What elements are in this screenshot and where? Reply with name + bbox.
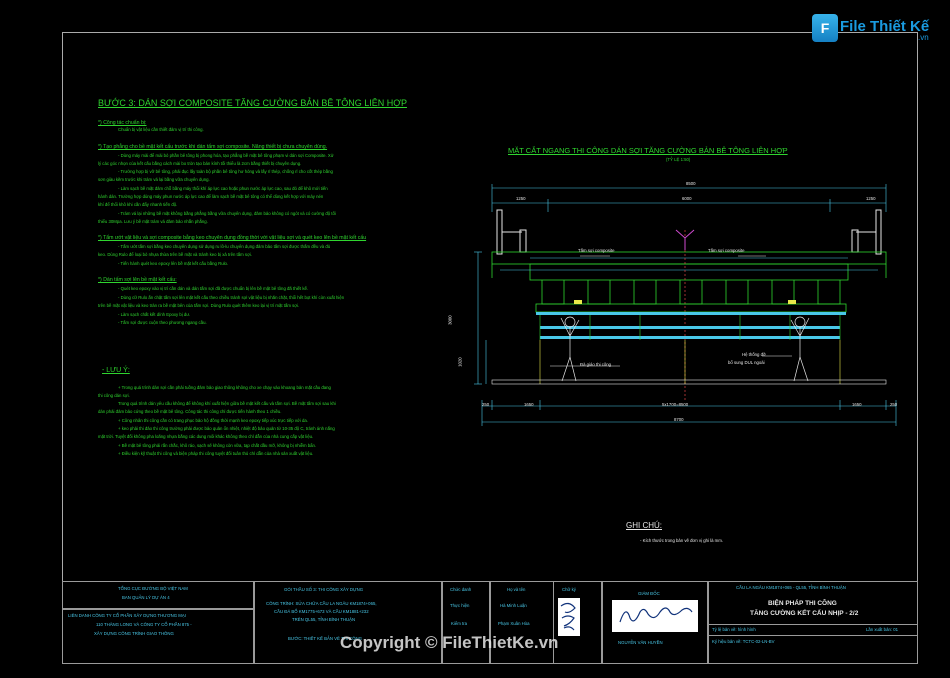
note-line-7: mặt trời. Tuyệt đối không pha loãng nhựa… bbox=[98, 434, 314, 439]
apply-line-4: - Làm sạch chất kết dính Epoxy bị dư. bbox=[118, 312, 191, 317]
section-title: MẶT CẮT NGANG THI CÔNG DÁN SỢI TĂNG CƯỜN… bbox=[508, 146, 788, 155]
tb-ref-2: Lần xuất bản: 01 bbox=[866, 627, 899, 632]
signature-icon bbox=[558, 598, 580, 636]
apply-line-1: - Quét keo epoxy vào vị trí cần dán và d… bbox=[118, 286, 309, 291]
note-line-4: dán phải đảm bảo cứng theo bề mặt bê tôn… bbox=[98, 409, 282, 414]
tb-ref-3: Ký hiệu bản vẽ: TCTC-02-LN-BV bbox=[712, 639, 775, 644]
wet-line-1: - Tấm ướt tấm sợi bằng keo chuyên dụng s… bbox=[118, 244, 331, 249]
filethietke-logo: F File Thiết Kế .vn bbox=[812, 8, 942, 48]
note-line-1: + Trong quá trình dán sợi cần phải tuồng… bbox=[118, 385, 331, 390]
tb-project-3: TRÊN QL55, TỈNH BÌNH THUẬN bbox=[292, 617, 356, 622]
tb-sign-header: Chữ ký bbox=[562, 587, 576, 592]
wet-title: *) Tẩm ướt vật liệu và sợi composite bằn… bbox=[98, 235, 367, 241]
tb-project-2: CẦU ĐÁ BỔ KM1775+673 VÀ CẦU KM1881+232 bbox=[274, 609, 369, 614]
tb-bridge: CẦU LA NGÂU KM1874+065 - QL55, TỈNH BÌNH… bbox=[736, 585, 846, 590]
drawing-page: F File Thiết Kế .vn BƯỚC 3: DÁN SỢI COMP… bbox=[0, 0, 950, 678]
prep-line: Chuẩn bị vật liệu cần thiết đảm vị trí t… bbox=[118, 127, 204, 132]
tb-drawing-cell bbox=[708, 581, 918, 664]
tb-role-checker: Kiểm tra bbox=[451, 621, 467, 626]
director-signature-icon bbox=[612, 600, 698, 632]
label-fiber-left: Tấm sợi composite bbox=[578, 248, 615, 253]
wet-line-3: - Tiến hành quét keo epoxy lên bề mặt kế… bbox=[118, 261, 229, 266]
surface-line-5: - Làm sạch bề mặt đảm chỗ bằng máy thổi … bbox=[118, 186, 328, 191]
label-scaffold: Đà giáo thi công bbox=[580, 362, 612, 367]
bridge-cross-section bbox=[474, 184, 897, 426]
notes-title: GHI CHÚ: bbox=[626, 521, 662, 530]
dim-1250-left: 1250 bbox=[516, 196, 526, 201]
copyright-watermark: Copyright © FileThietKe.vn bbox=[340, 633, 559, 652]
notes-line: - Kích thước trong bản vẽ đơn vị ghi là … bbox=[640, 538, 724, 543]
tb-package: GÓI THẦU SỐ 3: THI CÔNG XÂY DỰNG bbox=[284, 587, 364, 592]
tb-name-performer: Hà Minh Luận bbox=[500, 603, 527, 608]
note-line-9: + Điều kiện kỹ thuật thi công và biện ph… bbox=[118, 451, 314, 456]
apply-line-5: - Tấm sợi được cuộn theo phương ngang cầ… bbox=[118, 320, 207, 325]
label-fiber-right: Tấm sợi composite bbox=[708, 248, 745, 253]
prep-title: *) Công tác chuẩn bị: bbox=[98, 120, 147, 126]
tb-owner-2: BAN QUẢN LÝ DỰ ÁN 4 bbox=[122, 595, 170, 600]
tb-drawing-title-1: BIỆN PHÁP THI CÔNG bbox=[768, 600, 837, 607]
note-line-8: + Bề mặt bê tông phải rắn chắc, khô ráo,… bbox=[118, 443, 317, 448]
dim-b-250-right: 250 bbox=[890, 402, 898, 407]
logo-suffix: .vn bbox=[918, 33, 929, 42]
dim-b-span: 5x1700=8500 bbox=[662, 402, 689, 407]
tb-project-1: CÔNG TRÌNH: SỬA CHỮA CẦU LA NGÂU KM1874+… bbox=[266, 601, 377, 606]
surface-title: *) Tạo phẳng cho bề mặt kết cấu trước kh… bbox=[98, 144, 328, 150]
surface-line-9: thiểu 30Mpa. Lưu ý bề mặt trám vá đảm bả… bbox=[98, 219, 208, 224]
tb-name-header: Họ và tên bbox=[507, 587, 526, 592]
tb-drawing-title-2: TĂNG CƯỜNG KẾT CẤU NHỊP - 2/2 bbox=[750, 610, 859, 617]
dim-b-1650-right: 1650 bbox=[852, 402, 862, 407]
dim-b-1650-left: 1650 bbox=[524, 402, 534, 407]
dim-3000: 3000 bbox=[447, 315, 453, 325]
tb-name-checker: Phạm Xuân Hòa bbox=[498, 621, 530, 626]
apply-title: *) Dán tấm sợi lên bề mặt kết cấu: bbox=[98, 277, 177, 283]
logo-mark: F bbox=[812, 14, 838, 42]
surface-line-7: khí để thổi khô khi cần đẩy nhanh tiến đ… bbox=[98, 202, 178, 207]
tb-owner-1: TỔNG CỤC ĐƯỜNG BỘ VIỆT NAM bbox=[118, 586, 188, 591]
apply-line-3: trên bề mặt vật liệu và keo tràn ra bề m… bbox=[98, 303, 300, 308]
tb-contractor-1: LIÊN DANH CÔNG TY CỔ PHẦN XÂY DỰNG THƯƠN… bbox=[68, 613, 186, 618]
surface-line-4: sơn giàu kẽm trước khi trám vá lại bằng … bbox=[98, 177, 210, 182]
tb-role-performer: Thực hiện bbox=[450, 603, 470, 608]
dim-b-250-left: 250 bbox=[482, 402, 490, 407]
dim-6000: 6000 bbox=[682, 196, 692, 201]
tb-contractor-3: XÂY DỰNG CÔNG TRÌNH GIAO THÔNG bbox=[94, 631, 174, 636]
surface-line-3: - Trường hợp bị vỡ bê tông, phải đục lấy… bbox=[118, 169, 333, 174]
tb-contractor-2: 110 THĂNG LONG VÀ CÔNG TY CỔ PHẦN 875 - bbox=[96, 622, 192, 627]
note-line-2: thi công dán sợi. bbox=[98, 393, 130, 398]
dim-b-total: 8700 bbox=[674, 417, 684, 422]
surface-line-6: hành dán. Trường hợp dùng máy phun nước … bbox=[98, 194, 324, 199]
step-heading: BƯỚC 3: DÁN SỢI COMPOSITE TĂNG CƯỜNG BẢN… bbox=[98, 98, 407, 108]
dim-1020: 1020 bbox=[457, 357, 463, 367]
wet-line-2: keo. Dùng Rulo để loại bỏ nhựa thừa trên… bbox=[98, 252, 253, 257]
note-line-5: + Công nhân thi công cần có trang phục b… bbox=[118, 418, 308, 423]
dim-total: 8500 bbox=[686, 181, 696, 186]
tb-director-title: GIÁM ĐỐC bbox=[638, 591, 660, 596]
tb-director-name: NGUYỄN VĂN HUYỀN bbox=[618, 640, 663, 645]
label-support-2: bổ sung DUL ngoài bbox=[728, 360, 765, 365]
tb-ref-1: Tỷ lệ bản vẽ: hình hình bbox=[712, 627, 756, 632]
apply-line-2: - Dùng cữ Rulo ấn chặt tấm sợi lên mặt k… bbox=[118, 295, 345, 300]
note-line-6: + keo phải thi đảo thi công trường phải … bbox=[118, 426, 335, 431]
dim-1250-right: 1250 bbox=[866, 196, 876, 201]
logo-text: File Thiết Kế bbox=[840, 18, 930, 35]
surface-line-1: - Dùng máy mài để mài bỏ phần bê tông bị… bbox=[118, 153, 334, 158]
tb-role-header: Chức danh bbox=[450, 587, 472, 592]
note-line-3: Trong quá trình dán yêu cầu không để khô… bbox=[118, 401, 336, 406]
surface-line-2: lý các góc nhọn của kết cấu bằng cách mà… bbox=[98, 161, 302, 166]
label-support: Hệ thống đỡ bbox=[742, 352, 766, 357]
surface-line-8: - Trám vá lại những bề mặt không bằng ph… bbox=[118, 211, 336, 216]
note-title: - LƯU Ý: bbox=[102, 367, 130, 374]
